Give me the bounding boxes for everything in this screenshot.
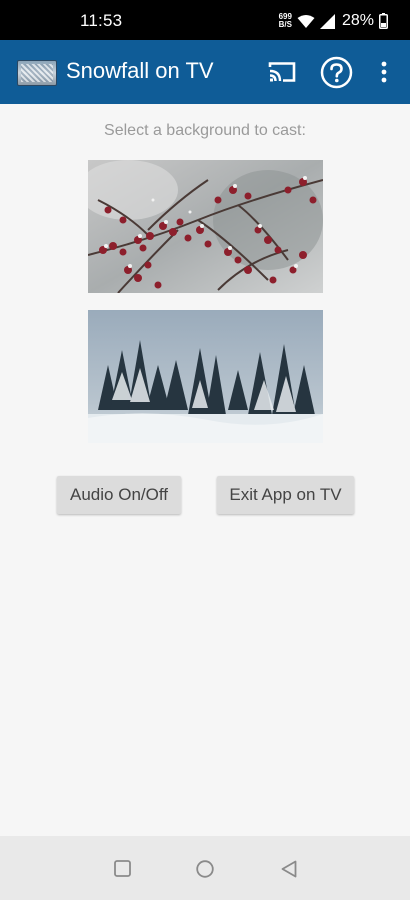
back-icon[interactable] (281, 860, 297, 878)
exit-app-button[interactable]: Exit App on TV (217, 476, 354, 514)
background-option-berries[interactable] (88, 160, 323, 293)
status-indicators: 699 B/S 28% (279, 10, 388, 32)
forest-image (88, 310, 323, 443)
battery-icon (379, 13, 388, 29)
navigation-bar (0, 836, 410, 900)
app-title: Snowfall on TV (66, 58, 214, 83)
app-logo-icon (17, 60, 57, 86)
signal-icon (319, 13, 335, 29)
audio-toggle-button[interactable]: Audio On/Off (57, 476, 181, 514)
help-icon[interactable] (320, 56, 353, 89)
more-vert-icon[interactable] (377, 61, 391, 83)
status-time: 11:53 (80, 11, 123, 30)
background-option-forest[interactable] (88, 310, 323, 443)
app-bar: Snowfall on TV (0, 40, 410, 104)
battery-percent: 28% (341, 12, 374, 29)
wifi-icon (297, 14, 315, 28)
recents-icon[interactable] (114, 860, 131, 877)
cast-icon[interactable] (268, 61, 296, 83)
status-bar: 11:53 699 B/S 28% (0, 0, 410, 40)
home-icon[interactable] (196, 860, 214, 878)
instruction-text: Select a background to cast: (104, 122, 306, 139)
data-rate-indicator: 699 B/S (279, 13, 292, 29)
data-rate-unit: B/S (278, 20, 292, 29)
berries-image (88, 160, 323, 293)
